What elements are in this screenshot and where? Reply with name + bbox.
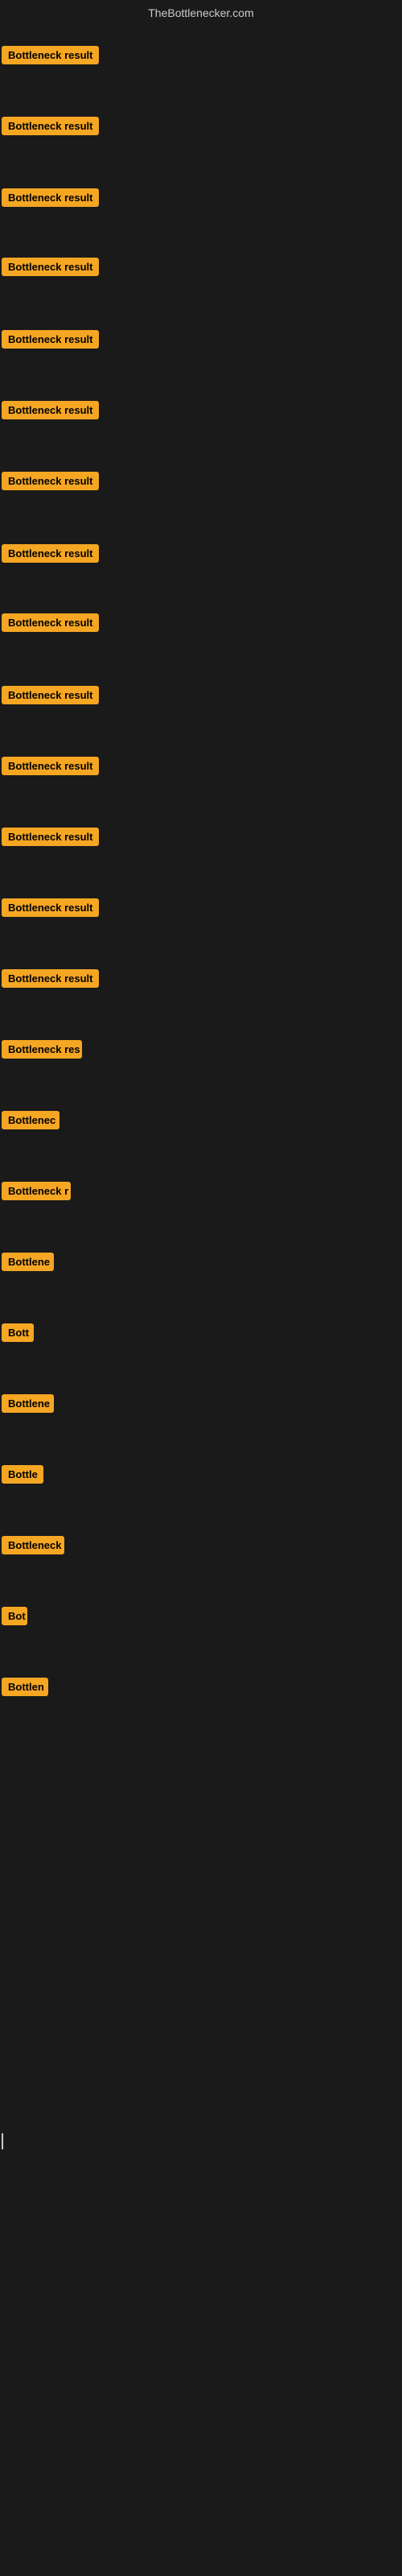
result-row-15[interactable]: Bottleneck res xyxy=(2,1040,82,1063)
bottleneck-badge-24[interactable]: Bottlen xyxy=(2,1678,48,1696)
bottleneck-badge-22[interactable]: Bottleneck xyxy=(2,1536,64,1554)
bottleneck-badge-11[interactable]: Bottleneck result xyxy=(2,757,99,775)
cursor-indicator xyxy=(2,2133,3,2149)
bottleneck-badge-19[interactable]: Bott xyxy=(2,1323,34,1342)
result-row-8[interactable]: Bottleneck result xyxy=(2,544,99,567)
result-row-20[interactable]: Bottlene xyxy=(2,1394,54,1417)
bottleneck-badge-18[interactable]: Bottlene xyxy=(2,1253,54,1271)
bottleneck-badge-13[interactable]: Bottleneck result xyxy=(2,898,99,917)
site-title: TheBottlenecker.com xyxy=(148,6,254,19)
result-row-14[interactable]: Bottleneck result xyxy=(2,969,99,992)
bottleneck-badge-8[interactable]: Bottleneck result xyxy=(2,544,99,563)
bottleneck-badge-5[interactable]: Bottleneck result xyxy=(2,330,99,349)
result-row-17[interactable]: Bottleneck r xyxy=(2,1182,71,1204)
result-row-5[interactable]: Bottleneck result xyxy=(2,330,99,353)
bottleneck-badge-17[interactable]: Bottleneck r xyxy=(2,1182,71,1200)
bottleneck-badge-6[interactable]: Bottleneck result xyxy=(2,401,99,419)
bottleneck-badge-14[interactable]: Bottleneck result xyxy=(2,969,99,988)
result-row-6[interactable]: Bottleneck result xyxy=(2,401,99,423)
bottleneck-badge-15[interactable]: Bottleneck res xyxy=(2,1040,82,1059)
result-row-1[interactable]: Bottleneck result xyxy=(2,46,99,68)
result-row-19[interactable]: Bott xyxy=(2,1323,34,1346)
bottleneck-badge-16[interactable]: Bottlenec xyxy=(2,1111,59,1129)
result-row-10[interactable]: Bottleneck result xyxy=(2,686,99,708)
bottleneck-badge-7[interactable]: Bottleneck result xyxy=(2,472,99,490)
result-row-23[interactable]: Bot xyxy=(2,1607,27,1629)
bottleneck-badge-12[interactable]: Bottleneck result xyxy=(2,828,99,846)
bottleneck-badge-20[interactable]: Bottlene xyxy=(2,1394,54,1413)
result-row-2[interactable]: Bottleneck result xyxy=(2,117,99,139)
bottleneck-badge-1[interactable]: Bottleneck result xyxy=(2,46,99,64)
result-row-13[interactable]: Bottleneck result xyxy=(2,898,99,921)
site-header: TheBottlenecker.com xyxy=(0,0,402,23)
bottleneck-badge-23[interactable]: Bot xyxy=(2,1607,27,1625)
result-row-7[interactable]: Bottleneck result xyxy=(2,472,99,494)
bottleneck-badge-21[interactable]: Bottle xyxy=(2,1465,43,1484)
result-row-12[interactable]: Bottleneck result xyxy=(2,828,99,850)
bottleneck-badge-10[interactable]: Bottleneck result xyxy=(2,686,99,704)
result-row-22[interactable]: Bottleneck xyxy=(2,1536,64,1558)
result-row-4[interactable]: Bottleneck result xyxy=(2,258,99,280)
result-row-24[interactable]: Bottlen xyxy=(2,1678,48,1700)
bottleneck-badge-3[interactable]: Bottleneck result xyxy=(2,188,99,207)
result-row-16[interactable]: Bottlenec xyxy=(2,1111,59,1133)
bottleneck-badge-9[interactable]: Bottleneck result xyxy=(2,613,99,632)
result-row-3[interactable]: Bottleneck result xyxy=(2,188,99,211)
result-row-11[interactable]: Bottleneck result xyxy=(2,757,99,779)
result-row-21[interactable]: Bottle xyxy=(2,1465,43,1488)
bottleneck-badge-4[interactable]: Bottleneck result xyxy=(2,258,99,276)
page-wrapper: TheBottlenecker.com Bottleneck result Bot… xyxy=(0,0,402,2576)
bottleneck-badge-2[interactable]: Bottleneck result xyxy=(2,117,99,135)
result-row-9[interactable]: Bottleneck result xyxy=(2,613,99,636)
result-row-18[interactable]: Bottlene xyxy=(2,1253,54,1275)
